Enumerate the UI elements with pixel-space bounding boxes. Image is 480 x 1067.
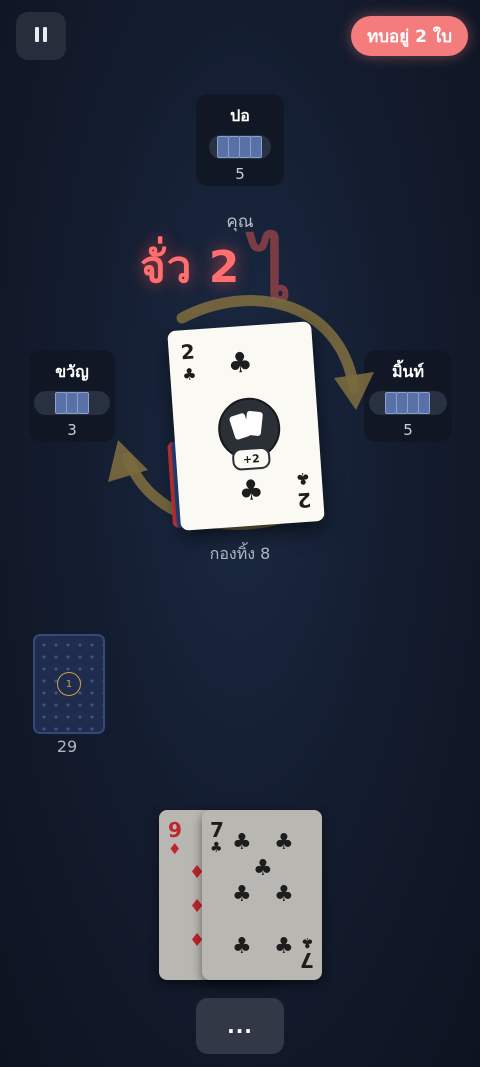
- card-rank: 9: [168, 818, 182, 842]
- club-icon: ♣: [237, 472, 265, 508]
- club-icon: ♣: [181, 364, 198, 385]
- card-rank: 2: [179, 339, 196, 365]
- top-discard-card: 2 ♣ ♣ +2 ♣ ♣ 2: [167, 321, 325, 531]
- club-icon: ♣: [232, 830, 252, 855]
- discard-pile-label: กองทิ้ง 8: [209, 544, 271, 563]
- more-button[interactable]: ...: [196, 998, 284, 1054]
- club-icon: ♣: [274, 830, 294, 855]
- club-icon: ♣: [294, 468, 311, 489]
- deck-marker: 1: [57, 672, 81, 696]
- card-rank: 2: [296, 487, 313, 513]
- club-icon: ♣: [253, 856, 273, 881]
- draw-two-badge: +2: [231, 446, 272, 472]
- card-rank: 7: [300, 948, 314, 972]
- club-icon: ♣: [232, 934, 252, 959]
- club-icon: ♣: [232, 882, 252, 907]
- hand-card[interactable]: 7 ♣ ♣ ♣ ♣ ♣ ♣ ♣ ♣ ♣ 7: [202, 810, 322, 980]
- club-icon: ♣: [274, 934, 294, 959]
- diamond-icon: ♦: [168, 840, 182, 858]
- card-rank: 7: [210, 818, 224, 842]
- club-icon: ♣: [274, 882, 294, 907]
- draw-deck[interactable]: 1: [33, 634, 105, 734]
- deck-count: 29: [56, 737, 78, 756]
- club-icon: ♣: [226, 345, 254, 381]
- club-icon: ♣: [210, 840, 223, 856]
